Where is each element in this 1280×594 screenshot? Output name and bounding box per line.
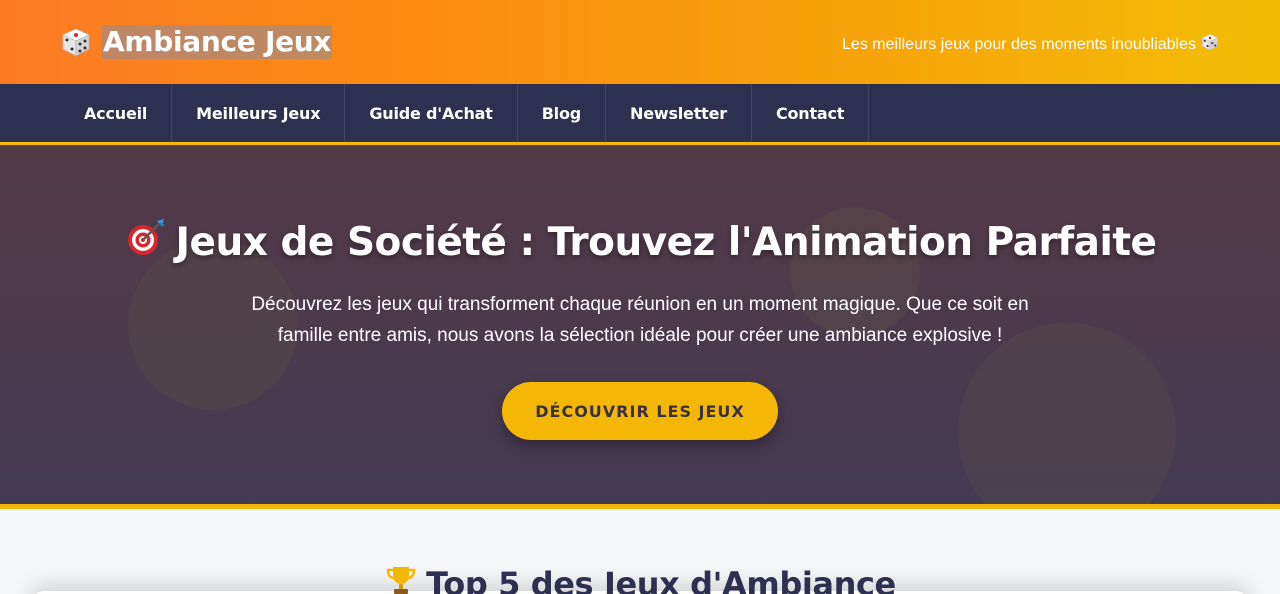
section-title-text: Top 5 des Jeux d'Ambiance — [426, 565, 896, 594]
hero-title-text: Jeux de Société : Trouvez l'Animation Pa… — [175, 219, 1157, 265]
hero-description: Découvrez les jeux qui transforment chaq… — [251, 294, 1029, 346]
nav-item-accueil[interactable]: Accueil — [60, 84, 173, 142]
nav-item-newsletter[interactable]: Newsletter — [606, 84, 752, 142]
site-tagline: Les meilleurs jeux pour des moments inou… — [842, 32, 1220, 57]
site-logo-text: Ambiance Jeux — [102, 25, 333, 59]
trophy-icon — [384, 563, 418, 594]
top-games-section: Top 5 des Jeux d'Ambiance — [0, 509, 1280, 594]
nav-item-contact[interactable]: Contact — [752, 84, 870, 142]
section-title: Top 5 des Jeux d'Ambiance — [0, 563, 1280, 594]
discover-games-button[interactable]: DÉCOUVRIR LES JEUX — [502, 382, 778, 440]
nav-item-guide-achat[interactable]: Guide d'Achat — [345, 84, 518, 142]
dice-icon — [1200, 32, 1220, 57]
nav-list: Accueil Meilleurs Jeux Guide d'Achat Blo… — [60, 84, 870, 142]
nav-item-meilleurs-jeux[interactable]: Meilleurs Jeux — [172, 84, 346, 142]
hero-title: Jeux de Société : Trouvez l'Animation Pa… — [0, 217, 1280, 267]
main-nav: Accueil Meilleurs Jeux Guide d'Achat Blo… — [0, 84, 1280, 145]
site-logo[interactable]: Ambiance Jeux — [58, 24, 333, 60]
nav-item-blog[interactable]: Blog — [518, 84, 607, 142]
tagline-text: Les meilleurs jeux pour des moments inou… — [842, 35, 1196, 53]
site-header: Ambiance Jeux Les meilleurs jeux pour de… — [0, 0, 1280, 84]
hero-section: Jeux de Société : Trouvez l'Animation Pa… — [0, 145, 1280, 505]
target-icon — [124, 217, 166, 267]
dice-icon — [58, 24, 94, 60]
